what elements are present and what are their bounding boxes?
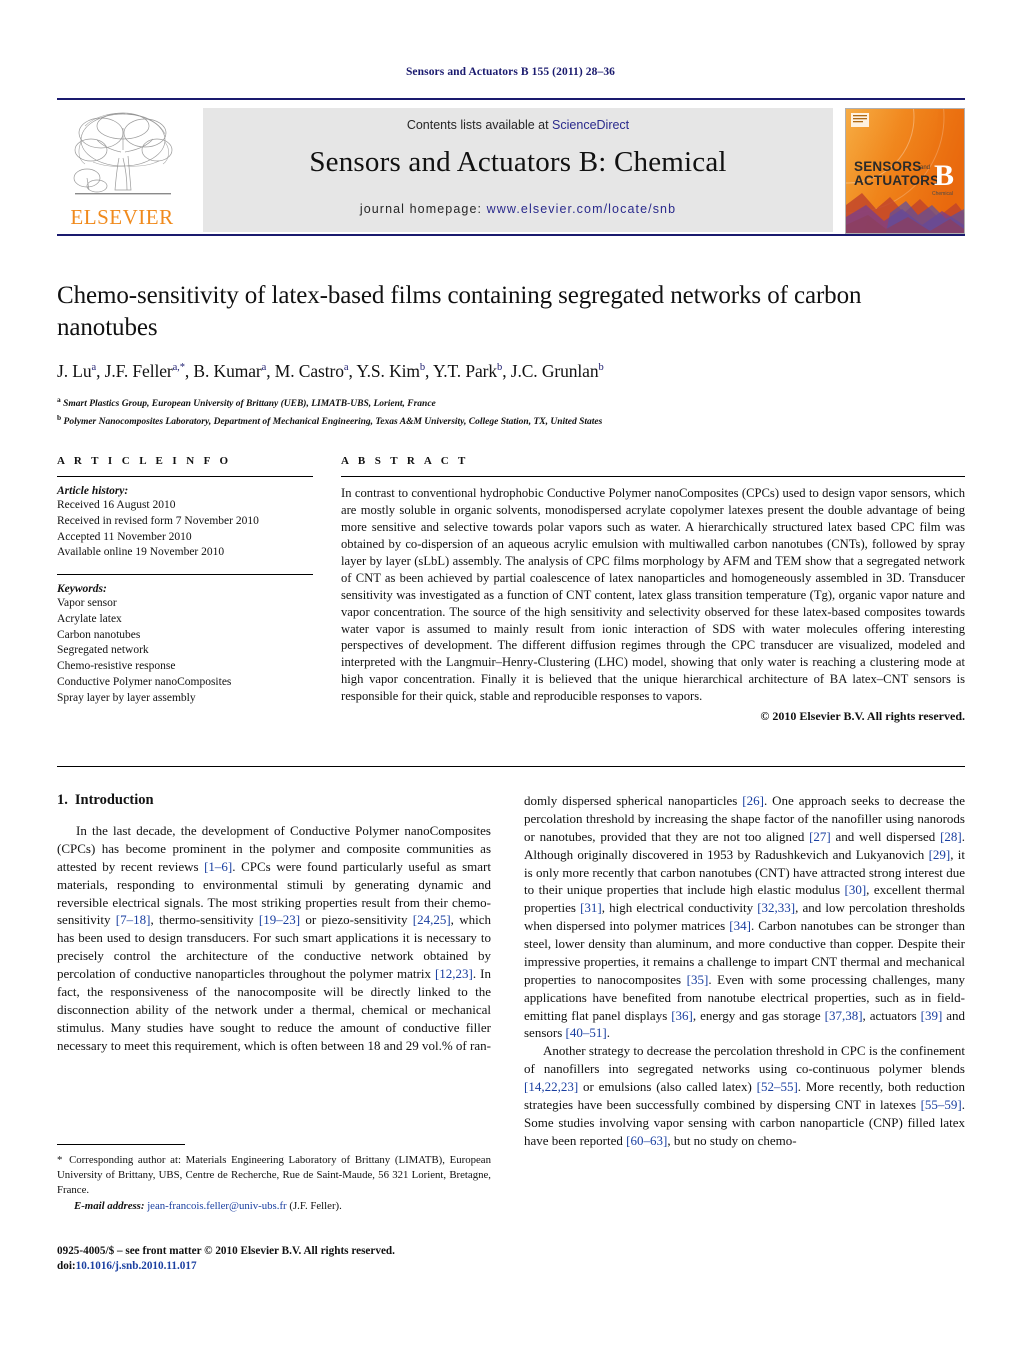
imprint-block: 0925-4005/$ – see front matter © 2010 El… [57,1244,497,1274]
email-label: E-mail address: [74,1200,145,1213]
list-item: Received 16 August 2010 [57,499,176,511]
doi-label: doi: [57,1260,76,1273]
list-item: Vapor sensor [57,597,117,609]
article-info-column: A R T I C L E I N F O Article history: R… [57,455,313,706]
abstract-copyright: © 2010 Elsevier B.V. All rights reserved… [760,709,965,724]
keywords-rule [57,574,313,575]
section-heading-introduction: 1. Introduction [57,792,491,809]
email-note: E-mail address: jean-francois.feller@uni… [57,1199,491,1214]
cover-letter-b: B [934,159,954,192]
article-info-rule [57,476,313,477]
list-item: Available online 19 November 2010 [57,546,225,559]
journal-cover-thumbnail: SENSORS and ACTUATORS B Chemical [845,108,965,234]
affiliation-a: a Smart Plastics Group, European Univers… [57,395,436,410]
corresponding-author-note: * Corresponding author at: Materials Eng… [57,1154,491,1197]
masthead-top-rule [57,98,965,100]
author-list: J. Lua, J.F. Fellera,*, B. Kumara, M. Ca… [57,361,604,381]
journal-homepage-line: journal homepage: www.elsevier.com/locat… [203,202,833,216]
footnote-block: * Corresponding author at: Materials Eng… [57,1144,491,1214]
sciencedirect-link[interactable]: ScienceDirect [552,118,629,132]
elsevier-tree-icon [73,112,173,195]
section-number: 1. [57,792,68,808]
email-suffix: (J.F. Feller). [289,1200,342,1213]
list-item: Accepted 11 November 2010 [57,530,192,543]
journal-title: Sensors and Actuators B: Chemical [309,146,727,178]
section-title: Introduction [74,792,154,808]
cover-artwork: SENSORS and ACTUATORS B Chemical [846,109,964,233]
list-item: Chemo-resistive response [57,660,176,672]
list-item: Spray layer by layer assembly [57,691,196,704]
cover-title-and: and [920,165,930,171]
abstract-rule [341,476,965,477]
email-link[interactable]: jean-francois.feller@univ-ubs.fr [147,1200,286,1212]
body-column-left: 1. Introduction In the last decade, the d… [57,792,491,1054]
abstract-heading: A B S T R A C T [341,455,469,467]
elsevier-wordmark: ELSEVIER [70,205,174,229]
affiliation-b-text: Polymer Nanocomposites Laboratory, Depar… [63,416,603,427]
intro-paragraph-1-continued: domly dispersed spherical nanoparticles … [524,793,966,1041]
running-head: Sensors and Actuators B 155 (2011) 28–36 [405,66,616,78]
article-info-heading: A R T I C L E I N F O [57,455,232,467]
body-separator-rule [57,766,965,767]
title-block: Chemo-sensitivity of latex-based films c… [57,280,965,429]
list-item: Acrylate latex [57,612,122,625]
affiliations: a Smart Plastics Group, European Univers… [57,394,965,429]
intro-paragraph-2: Another strategy to decrease the percola… [524,1043,965,1148]
homepage-url-link[interactable]: www.elsevier.com/locate/snb [487,202,677,216]
doi-link[interactable]: 10.1016/j.snb.2010.11.017 [76,1260,197,1272]
list-item: Conductive Polymer nanoComposites [57,675,232,688]
footnote-rule [57,1144,185,1145]
affiliation-b: b Polymer Nanocomposites Laboratory, Dep… [57,412,603,427]
abstract-text: In contrast to conventional hydrophobic … [341,486,965,704]
list-item: Segregated network [57,644,149,657]
contents-panel: Contents lists available at ScienceDirec… [203,108,833,232]
article-history-label: Article history: [57,485,129,497]
affiliation-a-text: Smart Plastics Group, European Universit… [63,399,436,410]
paper-page: Sensors and Actuators B 155 (2011) 28–36 [0,0,1021,1351]
abstract-column: A B S T R A C T In contrast to conventio… [341,455,965,724]
contents-available-line: Contents lists available at ScienceDirec… [203,118,833,132]
homepage-prefix: journal homepage: [359,202,487,216]
article-history-list: Received 16 August 2010 Received in revis… [57,498,313,561]
masthead-bottom-rule [57,234,965,236]
elsevier-logo: ELSEVIER [61,106,183,232]
contents-prefix: Contents lists available at [406,118,553,132]
cover-subtitle: Chemical [932,191,953,197]
keywords-list: Vapor sensor Acrylate latex Carbon nanotub… [57,596,313,706]
paper-title: Chemo-sensitivity of latex-based films c… [57,282,862,341]
keywords-label: Keywords: [57,583,107,595]
issn-line: 0925-4005/$ – see front matter © 2010 El… [57,1245,395,1257]
list-item: Received in revised form 7 November 2010 [57,514,259,527]
body-column-right: domly dispersed spherical nanoparticles … [524,792,965,1150]
journal-masthead: ELSEVIER Contents lists available at Sci… [57,98,965,236]
doi-line: doi:10.1016/j.snb.2010.11.017 [57,1259,497,1274]
cover-title-actuators: ACTUATORS [854,173,939,188]
cover-title-sensors: SENSORS [854,159,921,174]
list-item: Carbon nanotubes [57,628,141,641]
intro-paragraph-1: In the last decade, the development of C… [57,823,491,1053]
